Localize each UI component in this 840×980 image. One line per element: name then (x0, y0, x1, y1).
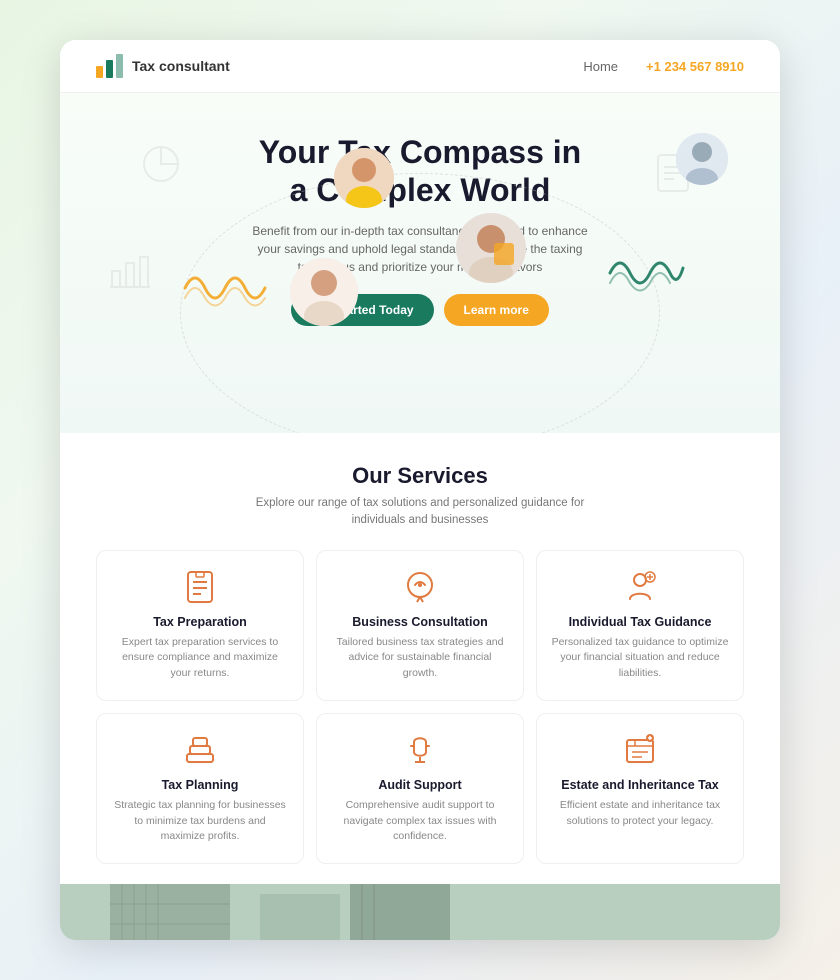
service-card-business-consultation: Business Consultation Tailored business … (316, 550, 524, 701)
service-name-2: Business Consultation (331, 615, 509, 629)
service-desc-2: Tailored business tax strategies and adv… (331, 635, 509, 682)
pie-chart-deco (140, 143, 182, 194)
hero-section: Your Tax Compass in a Complex World Bene… (60, 93, 780, 433)
service-desc-4: Strategic tax planning for businesses to… (111, 798, 289, 845)
service-name-3: Individual Tax Guidance (551, 615, 729, 629)
audit-support-icon (402, 732, 438, 768)
nav-phone: +1 234 567 8910 (646, 59, 744, 74)
service-desc-6: Efficient estate and inheritance tax sol… (551, 798, 729, 830)
service-desc-3: Personalized tax guidance to optimize yo… (551, 635, 729, 682)
logo-text: Tax consultant (132, 58, 230, 74)
services-title: Our Services (96, 463, 744, 489)
services-subtitle: Explore our range of tax solutions and p… (250, 495, 590, 530)
discover-section: Discover Our Story (60, 884, 780, 940)
service-card-estate-tax: Estate and Inheritance Tax Efficient est… (536, 713, 744, 864)
service-name-4: Tax Planning (111, 778, 289, 792)
services-section: Our Services Explore our range of tax so… (60, 433, 780, 884)
service-name-5: Audit Support (331, 778, 509, 792)
individual-tax-icon (622, 569, 658, 605)
service-name-6: Estate and Inheritance Tax (551, 778, 729, 792)
service-card-individual-tax: Individual Tax Guidance Personalized tax… (536, 550, 744, 701)
document-deco (656, 153, 690, 202)
navbar: Tax consultant Home +1 234 567 8910 (60, 40, 780, 93)
estate-tax-icon (622, 732, 658, 768)
services-grid: Tax Preparation Expert tax preparation s… (96, 550, 744, 865)
bar-chart-deco (110, 253, 150, 298)
squiggle-right (605, 248, 685, 298)
tax-preparation-icon (182, 569, 218, 605)
service-desc-1: Expert tax preparation services to ensur… (111, 635, 289, 682)
tax-planning-icon (182, 732, 218, 768)
discover-image (60, 884, 780, 940)
service-desc-5: Comprehensive audit support to navigate … (331, 798, 509, 845)
business-consultation-icon (402, 569, 438, 605)
browser-window: Tax consultant Home +1 234 567 8910 (60, 40, 780, 940)
service-card-tax-planning: Tax Planning Strategic tax planning for … (96, 713, 304, 864)
service-name-1: Tax Preparation (111, 615, 289, 629)
squiggle-left (180, 263, 270, 313)
nav-home-link[interactable]: Home (583, 59, 618, 74)
logo-icon (96, 54, 124, 78)
service-card-audit-support: Audit Support Comprehensive audit suppor… (316, 713, 524, 864)
service-card-tax-preparation: Tax Preparation Expert tax preparation s… (96, 550, 304, 701)
nav-right: Home +1 234 567 8910 (583, 59, 744, 74)
logo-area: Tax consultant (96, 54, 230, 78)
